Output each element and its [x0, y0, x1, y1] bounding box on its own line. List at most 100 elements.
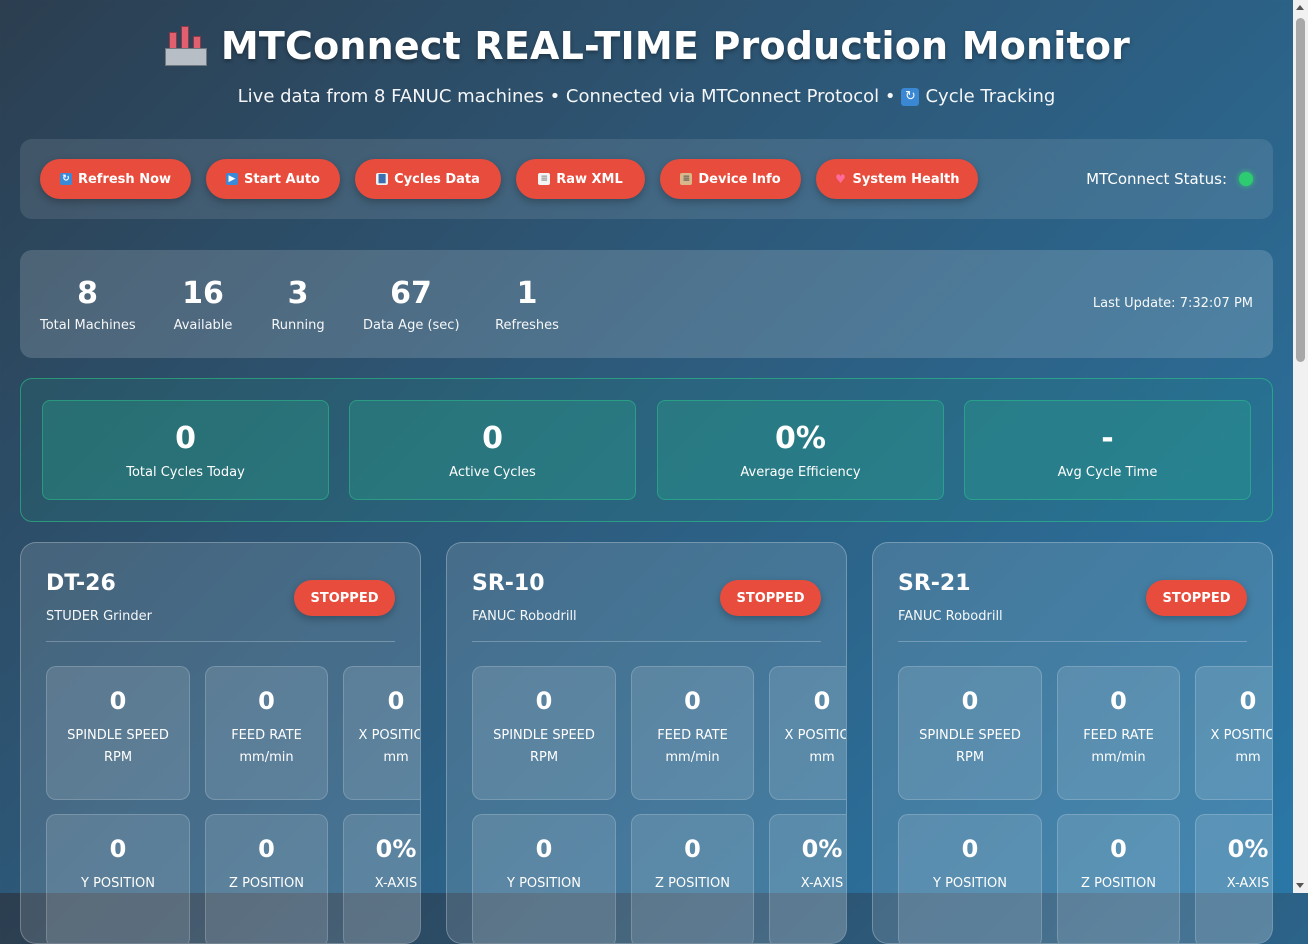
stat-value: 1 — [516, 276, 538, 311]
page-header: MTConnect REAL-TIME Production Monitor L… — [0, 24, 1293, 107]
metric-z-position: 0 Z POSITION — [631, 814, 754, 943]
button-label: Raw XML — [556, 171, 623, 187]
cycle-card-active: 0 Active Cycles — [349, 400, 636, 500]
metric-y-position: 0 Y POSITION — [898, 814, 1042, 943]
metric-label: FEED RATE mm/min — [1083, 728, 1154, 765]
metric-y-position: 0 Y POSITION — [472, 814, 616, 943]
stat-value: 3 — [287, 276, 309, 311]
subtitle-text: Live data from 8 FANUC machines • Connec… — [237, 86, 896, 107]
machine-type: STUDER Grinder — [46, 609, 152, 624]
divider — [898, 641, 1247, 642]
metric-value: 0 — [961, 687, 979, 715]
metric-value: 0 — [387, 687, 405, 715]
metric-x-axis: 0% X-AXIS — [1195, 814, 1272, 943]
metric-label: X POSITIONmm — [1210, 728, 1272, 765]
refresh-now-button[interactable]: ↻ Refresh Now — [40, 159, 191, 199]
metric-label: X-AXIS — [374, 876, 418, 891]
metric-label: SPINDLE SPEED RPM — [493, 728, 595, 765]
status-indicator — [1239, 172, 1253, 186]
control-toolbar: ↻ Refresh Now ▶ Start Auto ▇ Cycles Data… — [20, 139, 1273, 219]
subtitle-cycle-text: Cycle Tracking — [925, 86, 1056, 107]
metric-label: X-AXIS — [800, 876, 844, 891]
metric-x-position: 0 X POSITIONmm — [769, 666, 846, 800]
metric-label: Z POSITION — [655, 876, 730, 891]
stat-label: Refreshes — [495, 318, 559, 333]
cycle-value: 0 — [482, 421, 503, 456]
button-label: Start Auto — [244, 171, 320, 187]
metric-value: 0 — [684, 687, 701, 715]
last-update: Last Update: 7:32:07 PM — [1092, 296, 1253, 311]
page-title: MTConnect REAL-TIME Production Monitor — [0, 24, 1293, 68]
stat-value: 67 — [390, 276, 432, 311]
vertical-scrollbar[interactable] — [1293, 0, 1308, 893]
metric-value: 0 — [1110, 835, 1127, 863]
metric-value: 0 — [1110, 687, 1127, 715]
factory-icon — [163, 24, 207, 68]
raw-xml-button[interactable]: ≡ Raw XML — [516, 159, 645, 199]
cycle-label: Avg Cycle Time — [1057, 465, 1158, 480]
stat-label: Running — [271, 318, 325, 333]
button-label: Device Info — [698, 171, 781, 187]
device-info-button[interactable]: ≡ Device Info — [660, 159, 801, 199]
cycle-label: Average Efficiency — [740, 465, 861, 480]
cycle-card-total: 0 Total Cycles Today — [42, 400, 329, 500]
metric-value: 0% — [375, 835, 417, 863]
stat-refreshes: 1 Refreshes — [493, 276, 561, 333]
cycle-card-efficiency: 0% Average Efficiency — [657, 400, 944, 500]
metric-label: Z POSITION — [1081, 876, 1156, 891]
cycle-value: 0 — [175, 421, 196, 456]
mtconnect-status: MTConnect Status: — [1086, 170, 1253, 188]
refresh-icon: ↻ — [59, 173, 72, 185]
stat-label: Data Age (sec) — [363, 318, 460, 333]
bar-chart-icon: ▇ — [376, 173, 389, 185]
cycle-value: - — [1101, 421, 1114, 456]
machine-name: SR-10 — [472, 571, 545, 596]
metric-label: Y POSITION — [507, 876, 581, 891]
cycle-value: 0% — [775, 421, 826, 456]
scroll-down-arrow-icon[interactable] — [1296, 883, 1304, 888]
scrollbar-thumb[interactable] — [1296, 18, 1305, 362]
stat-value: 8 — [77, 276, 98, 311]
metric-label: FEED RATE mm/min — [231, 728, 302, 765]
machine-type: FANUC Robodrill — [472, 609, 577, 624]
divider — [46, 641, 395, 642]
metric-value: 0 — [535, 687, 553, 715]
metric-y-position: 0 Y POSITION — [46, 814, 190, 943]
metric-feed-rate: 0 FEED RATE mm/min — [631, 666, 754, 800]
metric-value: 0 — [1239, 687, 1257, 715]
metric-label: Y POSITION — [933, 876, 1007, 891]
system-health-button[interactable]: ♥ System Health — [816, 159, 978, 199]
button-label: Refresh Now — [77, 171, 172, 187]
button-label: System Health — [852, 171, 960, 187]
page-subtitle: Live data from 8 FANUC machines • Connec… — [0, 86, 1293, 107]
machine-card[interactable]: DT-26 STUDER Grinder STOPPED 0 SPINDLE S… — [20, 542, 421, 944]
stat-label: Available — [173, 318, 233, 333]
clipboard-icon: ≡ — [680, 173, 693, 185]
status-badge: STOPPED — [294, 580, 395, 616]
machine-name: DT-26 — [46, 571, 116, 596]
metric-z-position: 0 Z POSITION — [1057, 814, 1180, 943]
summary-stats: 8 Total Machines 16 Available 3 Running … — [20, 250, 1273, 358]
metric-value: 0 — [684, 835, 701, 863]
metric-value: 0 — [109, 687, 127, 715]
machine-card[interactable]: SR-10 FANUC Robodrill STOPPED 0 SPINDLE … — [446, 542, 847, 944]
stat-available: 16 Available — [170, 276, 236, 333]
metric-x-position: 0 X POSITIONmm — [1195, 666, 1272, 800]
scroll-up-arrow-icon[interactable] — [1296, 5, 1304, 10]
metric-x-axis: 0% X-AXIS — [769, 814, 846, 943]
metric-value: 0% — [801, 835, 843, 863]
metric-label: FEED RATE mm/min — [657, 728, 728, 765]
document-icon: ≡ — [538, 173, 551, 185]
cycle-icon: ↻ — [901, 87, 920, 106]
stat-value: 16 — [182, 276, 224, 311]
metric-value: 0 — [109, 835, 127, 863]
start-auto-button[interactable]: ▶ Start Auto — [206, 159, 340, 199]
machine-card[interactable]: SR-21 FANUC Robodrill STOPPED 0 SPINDLE … — [872, 542, 1273, 944]
metric-label: Z POSITION — [229, 876, 304, 891]
metric-spindle-speed: 0 SPINDLE SPEED RPM — [898, 666, 1042, 800]
divider — [472, 641, 821, 642]
cycle-label: Active Cycles — [449, 465, 536, 480]
cycles-data-button[interactable]: ▇ Cycles Data — [355, 159, 501, 199]
stat-label: Total Machines — [40, 318, 136, 333]
status-badge: STOPPED — [1146, 580, 1247, 616]
